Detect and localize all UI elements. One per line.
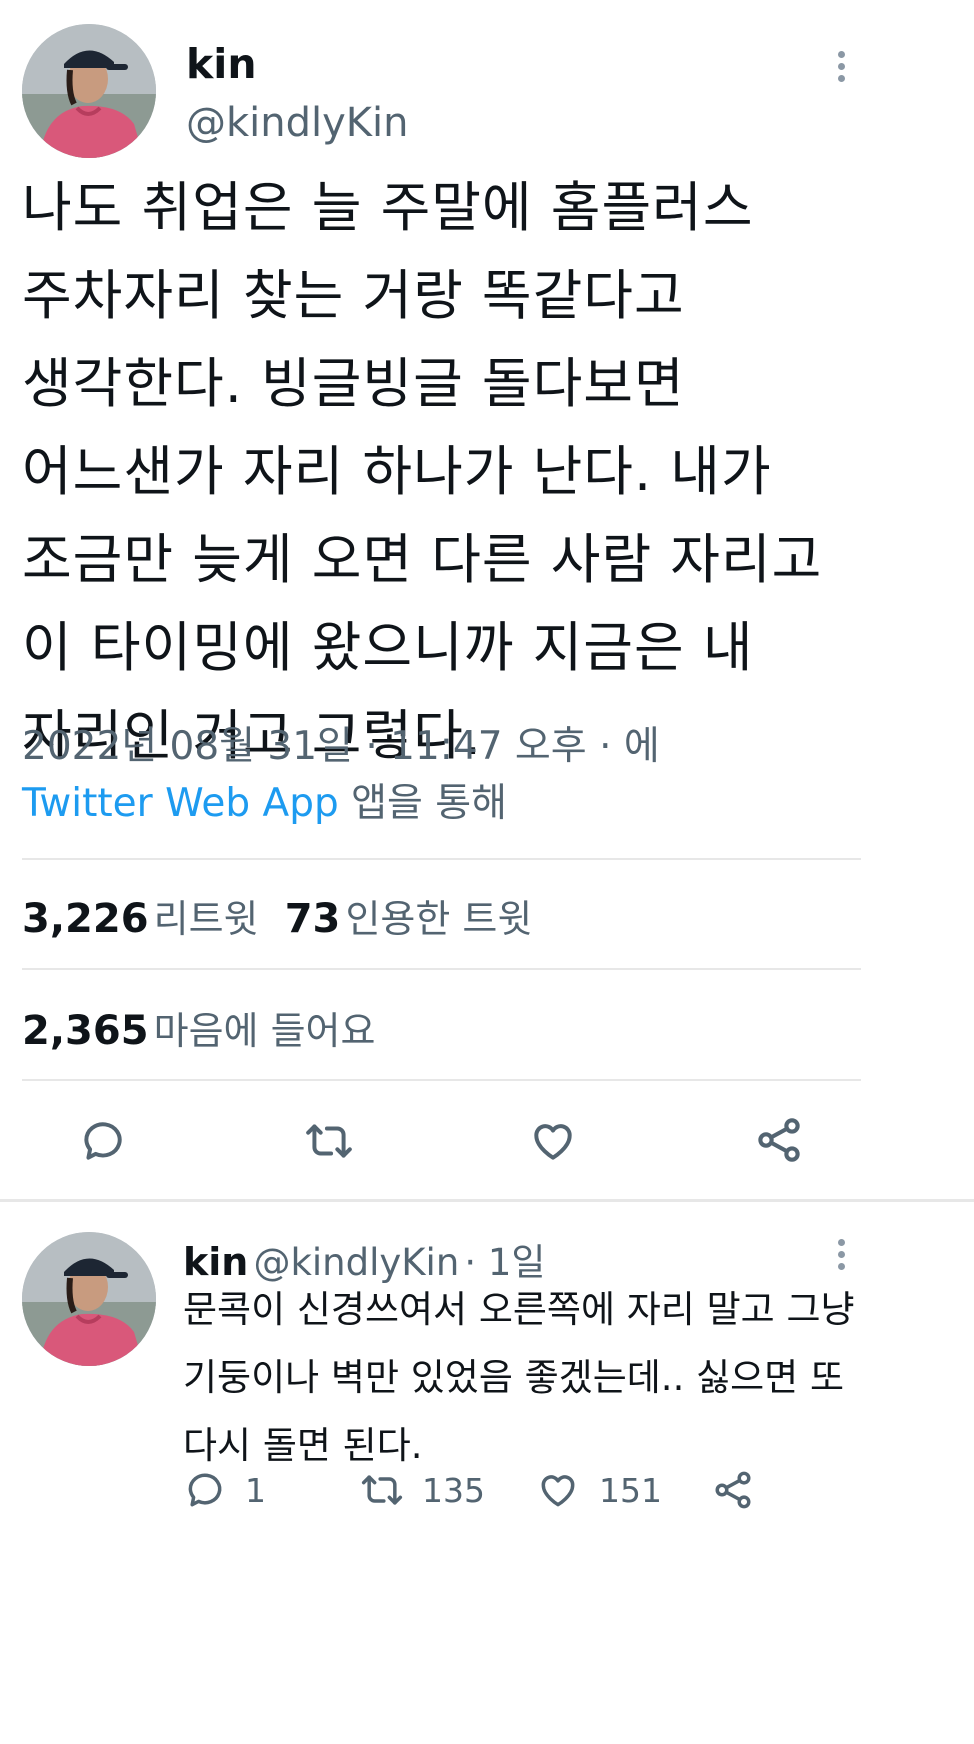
divider	[22, 858, 861, 860]
retweets-stat[interactable]: 3,226 리트윗 73 인용한 트윗	[22, 888, 532, 943]
likes-label: 마음에 들어요	[153, 1009, 376, 1053]
reply-avatar[interactable]	[22, 1232, 156, 1366]
like-icon	[541, 1475, 575, 1507]
reply-icon	[188, 1473, 222, 1507]
like-count: 151	[599, 1470, 662, 1510]
reply-icon[interactable]	[76, 1114, 130, 1168]
more-options-icon[interactable]	[835, 46, 847, 87]
reply-action-reply[interactable]: 1	[183, 1468, 266, 1512]
source-app-link[interactable]: Twitter Web App	[22, 781, 339, 826]
reply-action-share[interactable]	[711, 1468, 755, 1516]
divider	[22, 1079, 861, 1081]
reply-count: 1	[245, 1470, 266, 1510]
tweet-source: Twitter Web App 앱을 통해	[22, 775, 507, 832]
divider	[22, 968, 861, 970]
reply-text: 문콕이 신경쓰여서 오른쪽에 자리 말고 그냥 기둥이나 벽만 있었음 좋겠는데…	[183, 1288, 855, 1467]
share-icon[interactable]	[751, 1112, 807, 1168]
quotes-count[interactable]: 73	[285, 896, 341, 942]
avatar[interactable]	[22, 24, 156, 158]
author-name[interactable]: kin	[186, 40, 257, 88]
share-icon	[715, 1471, 751, 1509]
source-suffix: 앱을 통해	[351, 781, 508, 826]
section-separator	[0, 1199, 974, 1202]
reply-action-retweet[interactable]: 135	[358, 1468, 485, 1512]
author-handle[interactable]: @kindlyKin	[186, 100, 409, 146]
quotes-label[interactable]: 인용한 트윗	[345, 897, 532, 941]
reply-more-options-icon[interactable]	[835, 1234, 847, 1275]
likes-count: 2,365	[22, 1008, 149, 1054]
retweets-label: 리트윗	[153, 897, 259, 941]
tweet-timestamp[interactable]: 2022년 08월 31일 · 11:47 오후 · 에	[22, 718, 660, 775]
likes-stat[interactable]: 2,365 마음에 들어요	[22, 1000, 375, 1055]
tweet-text: 나도 취업은 늘 주말에 홈플러스 주차자리 찾는 거랑 똑같다고 생각한다. …	[22, 176, 823, 767]
retweet-count: 135	[422, 1470, 485, 1510]
like-icon[interactable]	[525, 1114, 581, 1168]
retweet-icon	[361, 1475, 403, 1505]
reply-action-like[interactable]: 151	[535, 1468, 662, 1512]
retweets-count: 3,226	[22, 896, 149, 942]
retweet-icon[interactable]	[300, 1114, 358, 1168]
